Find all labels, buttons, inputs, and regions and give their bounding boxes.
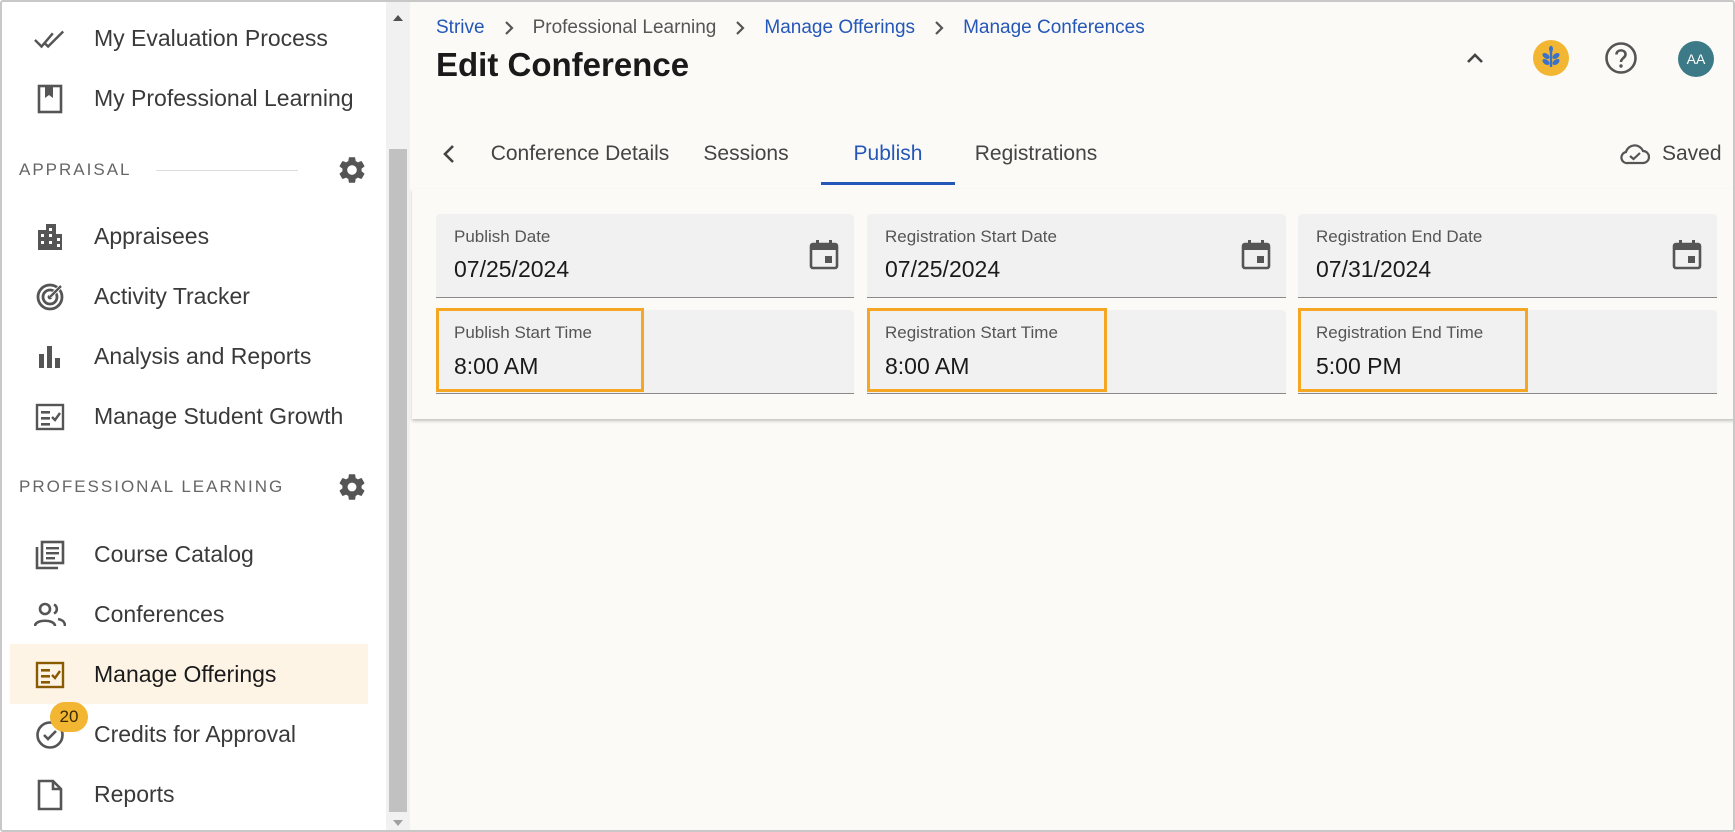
chevron-right-icon bbox=[485, 20, 533, 36]
registration-start-time-field[interactable]: Registration Start Time 8:00 AM bbox=[867, 310, 1286, 394]
sidebar-item-label: Activity Tracker bbox=[94, 282, 250, 309]
avatar[interactable]: AA bbox=[1678, 41, 1714, 77]
tab-sessions[interactable]: Sessions bbox=[700, 124, 792, 184]
notification-badge: 20 bbox=[50, 702, 88, 732]
gear-icon[interactable] bbox=[336, 471, 368, 503]
sidebar-item-appraisees[interactable]: Appraisees bbox=[10, 206, 368, 266]
sidebar-item-label: Credits for Approval bbox=[94, 720, 296, 747]
field-label: Publish Start Time bbox=[454, 323, 592, 342]
scrollbar-thumb[interactable] bbox=[389, 149, 407, 812]
tab-bar: Conference Details Sessions Publish Regi… bbox=[410, 124, 1733, 185]
chevron-right-icon bbox=[716, 20, 764, 36]
target-icon bbox=[34, 281, 66, 313]
sidebar-item-label: Course Catalog bbox=[94, 540, 254, 567]
sidebar-item-analysis-and-reports[interactable]: Analysis and Reports bbox=[10, 326, 368, 386]
sidebar-item-label: Appraisees bbox=[94, 222, 210, 249]
calendar-icon[interactable] bbox=[1240, 238, 1272, 270]
main-content: Strive Professional Learning Manage Offe… bbox=[410, 2, 1733, 830]
chevron-up-icon[interactable] bbox=[1463, 46, 1487, 75]
tab-registrations[interactable]: Registrations bbox=[966, 124, 1106, 184]
sidebar-item-activity-tracker[interactable]: Activity Tracker bbox=[10, 266, 368, 326]
library-icon bbox=[34, 539, 66, 571]
sidebar-item-manage-offerings[interactable]: Manage Offerings bbox=[10, 644, 368, 704]
bookmark-book-icon bbox=[34, 83, 66, 115]
registration-end-date-field[interactable]: Registration End Date 07/31/2024 bbox=[1298, 214, 1717, 298]
people-icon bbox=[34, 599, 66, 631]
publish-settings-card: Publish Date 07/25/2024 Registration Sta… bbox=[412, 189, 1733, 419]
double-check-icon bbox=[34, 23, 66, 55]
document-icon bbox=[34, 779, 66, 811]
checklist-icon bbox=[34, 401, 66, 433]
field-label: Registration Start Time bbox=[885, 323, 1058, 342]
breadcrumb-strive[interactable]: Strive bbox=[436, 17, 485, 39]
sidebar: My Evaluation Process My Professional Le… bbox=[2, 2, 386, 830]
save-status: Saved bbox=[1620, 138, 1722, 170]
field-value[interactable]: 07/25/2024 bbox=[885, 256, 1000, 283]
breadcrumb: Strive Professional Learning Manage Offe… bbox=[436, 14, 1145, 42]
field-label: Publish Date bbox=[454, 227, 551, 246]
checklist-icon bbox=[34, 659, 66, 691]
registration-start-date-field[interactable]: Registration Start Date 07/25/2024 bbox=[867, 214, 1286, 298]
scroll-up-arrow-icon[interactable] bbox=[393, 15, 403, 21]
chevron-left-icon[interactable] bbox=[434, 124, 464, 184]
breadcrumb-manage-offerings[interactable]: Manage Offerings bbox=[764, 17, 915, 39]
section-title: PROFESSIONAL LEARNING bbox=[19, 477, 285, 496]
building-icon bbox=[34, 221, 66, 253]
sidebar-item-my-evaluation-process[interactable]: My Evaluation Process bbox=[10, 8, 368, 68]
field-value[interactable]: 8:00 AM bbox=[885, 353, 969, 380]
help-icon[interactable] bbox=[1603, 40, 1639, 81]
cloud-check-icon bbox=[1620, 143, 1650, 165]
field-label: Registration End Time bbox=[1316, 323, 1484, 342]
sidebar-item-label: My Professional Learning bbox=[94, 84, 354, 111]
breadcrumb-manage-conferences[interactable]: Manage Conferences bbox=[963, 17, 1145, 39]
sidebar-item-conferences[interactable]: Conferences bbox=[10, 584, 368, 644]
app-logo-icon[interactable] bbox=[1533, 40, 1569, 81]
registration-end-time-field[interactable]: Registration End Time 5:00 PM bbox=[1298, 310, 1717, 394]
divider bbox=[155, 169, 298, 171]
sidebar-item-label: Analysis and Reports bbox=[94, 342, 312, 369]
sidebar-item-label: Manage Student Growth bbox=[94, 402, 344, 429]
app-frame: My Evaluation Process My Professional Le… bbox=[0, 0, 1735, 832]
sidebar-item-label: Reports bbox=[94, 780, 175, 807]
sidebar-item-label: My Evaluation Process bbox=[94, 24, 328, 51]
field-value[interactable]: 07/31/2024 bbox=[1316, 256, 1431, 283]
publish-date-field[interactable]: Publish Date 07/25/2024 bbox=[436, 214, 854, 298]
sidebar-item-label: Manage Offerings bbox=[94, 660, 277, 687]
page-title: Edit Conference bbox=[436, 46, 690, 83]
section-header-professional-learning: PROFESSIONAL LEARNING bbox=[19, 467, 368, 507]
gear-icon[interactable] bbox=[336, 154, 368, 186]
field-value[interactable]: 8:00 AM bbox=[454, 353, 538, 380]
section-header-appraisal: APPRAISAL bbox=[19, 150, 368, 190]
sidebar-item-my-professional-learning[interactable]: My Professional Learning bbox=[10, 68, 368, 128]
field-label: Registration Start Date bbox=[885, 227, 1057, 246]
sidebar-item-manage-student-growth[interactable]: Manage Student Growth bbox=[10, 386, 368, 446]
saved-label: Saved bbox=[1662, 142, 1722, 165]
calendar-icon[interactable] bbox=[1671, 238, 1703, 270]
breadcrumb-professional-learning: Professional Learning bbox=[532, 17, 717, 38]
tab-conference-details[interactable]: Conference Details bbox=[491, 124, 670, 184]
field-label: Registration End Date bbox=[1316, 227, 1483, 246]
publish-start-time-field[interactable]: Publish Start Time 8:00 AM bbox=[436, 310, 854, 394]
sidebar-item-reports[interactable]: Reports bbox=[10, 764, 368, 824]
calendar-icon[interactable] bbox=[808, 238, 840, 270]
sidebar-scrollbar[interactable] bbox=[386, 2, 410, 830]
scroll-down-arrow-icon[interactable] bbox=[393, 820, 403, 826]
section-title: APPRAISAL bbox=[19, 160, 132, 179]
active-tab-indicator bbox=[821, 182, 955, 185]
chevron-right-icon bbox=[915, 20, 963, 36]
field-value[interactable]: 5:00 PM bbox=[1316, 353, 1402, 380]
bar-chart-icon bbox=[34, 341, 66, 373]
sidebar-item-label: Conferences bbox=[94, 600, 225, 627]
field-value[interactable]: 07/25/2024 bbox=[454, 256, 569, 283]
tab-publish[interactable]: Publish bbox=[821, 124, 955, 184]
sidebar-item-course-catalog[interactable]: Course Catalog bbox=[10, 524, 368, 584]
